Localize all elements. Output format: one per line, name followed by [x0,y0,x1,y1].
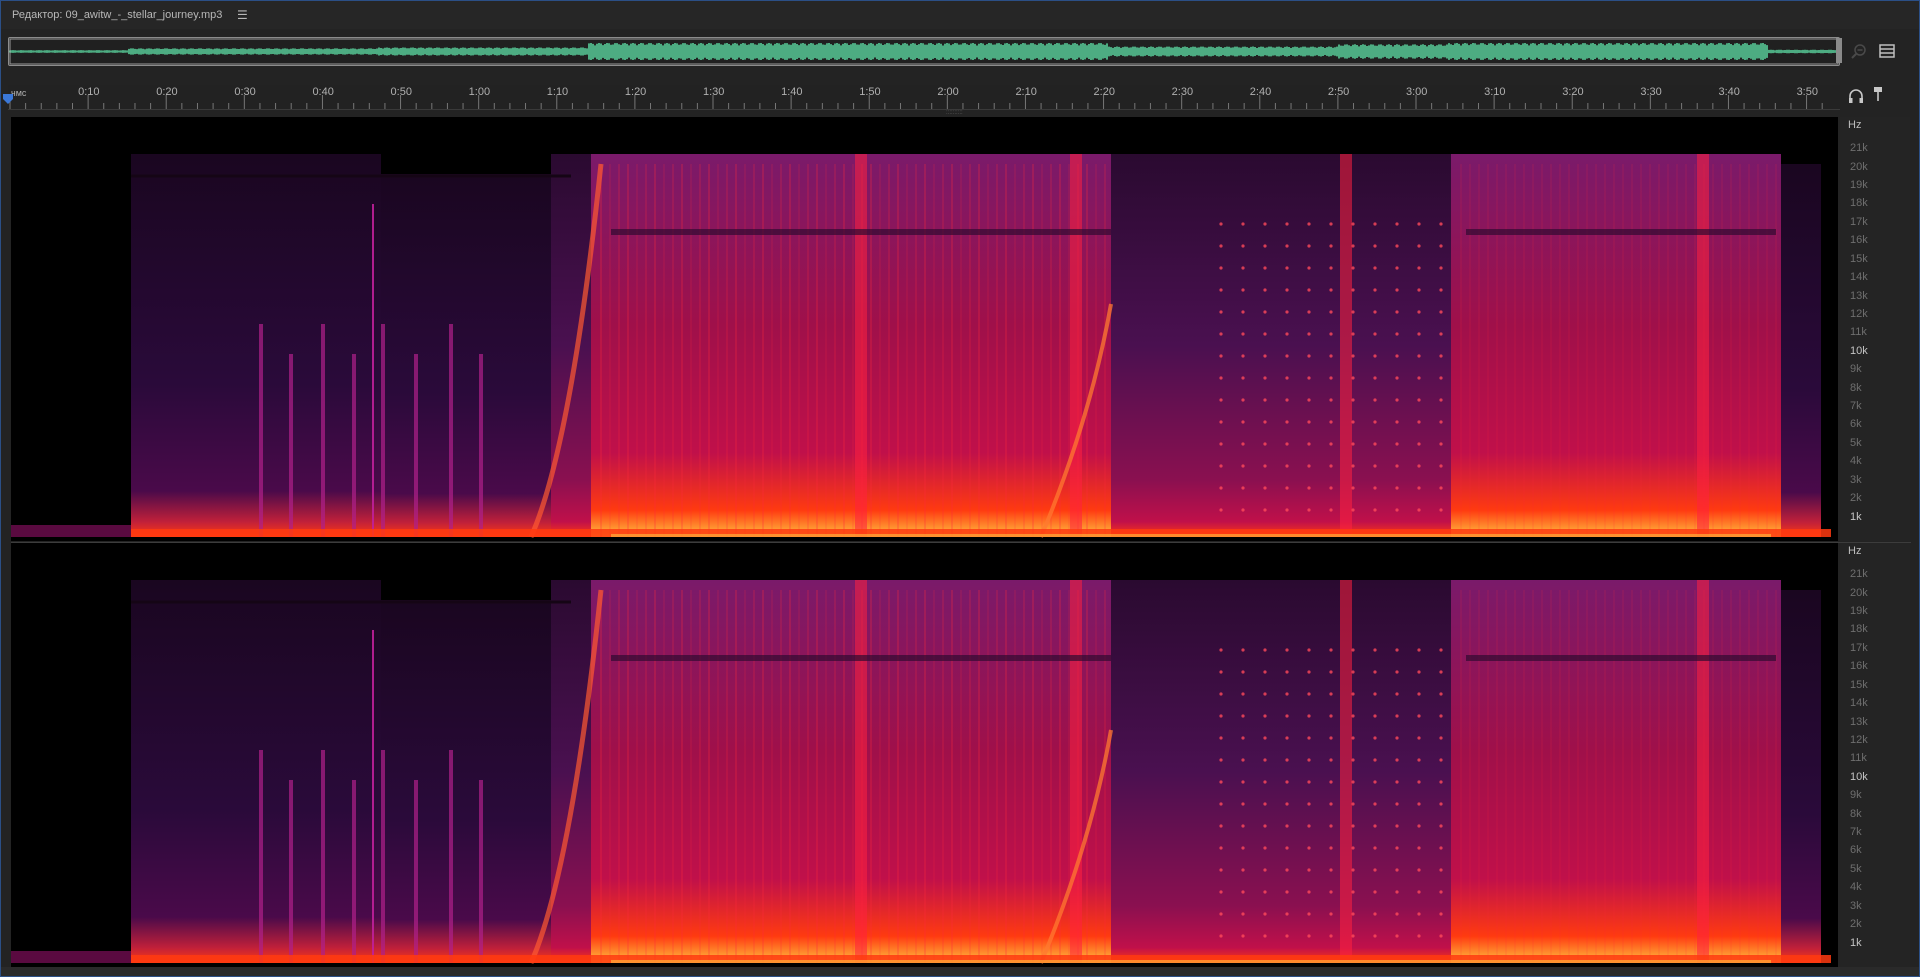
frequency-tick-label: 5k [1850,436,1862,449]
time-ruler-label: 0:10 [78,86,100,98]
frequency-axis-right: Hz 21k 20k 19k 18k 17k 16k 15k 14k 13k 12k 11k 10k 9… [1840,543,1910,967]
time-ruler-label: 0:40 [312,86,334,98]
frequency-tick-label: 9k [1850,789,1862,802]
pin-icon[interactable] [1869,85,1887,103]
frequency-tick-label: 2k [1850,918,1862,931]
time-ruler-label: 3:50 [1796,86,1818,98]
frequency-tick-label: 16k [1850,234,1868,247]
time-ruler-label: 3:20 [1562,86,1584,98]
time-ruler-label: 3:10 [1484,86,1506,98]
frequency-tick-label: 17k [1850,641,1868,654]
frequency-tick-label: 2k [1850,492,1862,505]
time-ruler-label: 1:30 [703,86,725,98]
time-ruler-label: 3:40 [1718,86,1740,98]
panel-resize-handle[interactable]: :::::::::: [946,110,974,116]
frequency-tick-label: 14k [1850,271,1868,284]
overview-navigator[interactable] [8,37,1840,66]
frequency-tick-label: 9k [1850,363,1862,376]
overview-scroll-handle[interactable] [1836,38,1842,63]
zoom-out-icon[interactable] [1850,42,1868,60]
time-ruler-label: 2:50 [1327,86,1350,98]
time-ruler-label: 3:00 [1406,86,1428,98]
frequency-unit-label: Hz [1848,545,1862,557]
frequency-tick-label: 16k [1850,660,1868,673]
time-ruler-label: 0:20 [156,86,178,98]
spectral-frequency-display-icon[interactable] [1878,42,1896,60]
frequency-tick-label: 4k [1850,455,1862,468]
frequency-tick-label: 6k [1850,844,1862,857]
frequency-tick-label: 18k [1850,623,1868,636]
horizontal-scrollbar[interactable] [1,967,1919,976]
time-ruler-label: 0:30 [234,86,256,98]
spectrogram-right-canvas [11,543,1838,967]
frequency-tick-label: 18k [1850,197,1868,210]
time-ruler-label: 2:10 [1015,86,1037,98]
time-ruler[interactable]: чмс 0:10 0:20 0:30 0:40 0:50 1:00 1:10 1:20 1:30… [8,85,1840,110]
frequency-tick-label: 19k [1850,179,1868,192]
frequency-tick-label: 13k [1850,715,1868,728]
frequency-tick-label: 11k [1850,326,1867,339]
time-ruler-label: 2:20 [1093,86,1115,98]
frequency-tick-label: 10k [1850,770,1868,783]
hamburger-menu-icon[interactable]: ☰ [237,9,248,21]
frequency-tick-label: 8k [1850,381,1862,394]
frequency-tick-label: 17k [1850,215,1868,228]
frequency-tick-label: 3k [1850,899,1862,912]
frequency-tick-label: 13k [1850,289,1868,302]
frequency-tick-label: 10k [1850,344,1868,357]
frequency-tick-label: 1k [1850,936,1862,949]
panel-title: Редактор: 09_awitw_-_stellar_journey.mp3 [12,9,223,21]
panel-header: Редактор: 09_awitw_-_stellar_journey.mp3… [1,1,1919,29]
time-ruler-label: 1:10 [546,86,569,98]
overview-waveform [9,38,1839,65]
waveform-editor-panel: Редактор: 09_awitw_-_stellar_journey.mp3… [0,0,1920,977]
frequency-tick-label: 21k [1850,142,1868,155]
headphones-icon[interactable] [1847,87,1865,105]
frequency-tick-label: 11k [1850,752,1867,765]
frequency-tick-label: 4k [1850,881,1862,894]
spectrogram-left-canvas [11,117,1838,541]
time-ruler-label: 2:30 [1171,86,1194,98]
spectrogram-channel-right[interactable] [11,543,1838,967]
time-ruler-label: 3:30 [1640,86,1662,98]
time-ruler-label: 1:40 [781,86,803,98]
frequency-tick-label: 6k [1850,418,1862,431]
frequency-unit-label: Hz [1848,119,1862,131]
time-ruler-label: 2:40 [1249,86,1272,98]
frequency-axis-left: Hz 21k 20k 19k 18k 17k 16k 15k 14k 13k 12k 11k 10k 9… [1840,117,1910,541]
time-ruler-label: 0:50 [390,86,412,98]
frequency-tick-label: 19k [1850,605,1868,618]
time-ruler-label: 1:20 [624,86,647,98]
time-ruler-label: 1:50 [859,86,881,98]
frequency-tick-label: 12k [1850,307,1868,320]
frequency-tick-label: 20k [1850,586,1868,599]
frequency-tick-label: 14k [1850,697,1868,710]
frequency-tick-label: 8k [1850,807,1862,820]
frequency-tick-label: 21k [1850,568,1868,581]
frequency-tick-label: 20k [1850,160,1868,173]
time-ruler-label: 1:00 [468,86,491,98]
frequency-tick-label: 5k [1850,862,1862,875]
frequency-tick-label: 15k [1850,678,1868,691]
frequency-tick-label: 1k [1850,510,1862,523]
time-ruler-label: 2:00 [937,86,959,98]
frequency-tick-label: 15k [1850,252,1868,265]
spectrogram-channel-left[interactable] [11,117,1838,541]
frequency-tick-label: 12k [1850,733,1868,746]
frequency-tick-label: 3k [1850,473,1862,486]
frequency-tick-label: 7k [1850,400,1862,413]
playhead-marker[interactable] [3,94,13,104]
frequency-tick-label: 7k [1850,826,1862,839]
